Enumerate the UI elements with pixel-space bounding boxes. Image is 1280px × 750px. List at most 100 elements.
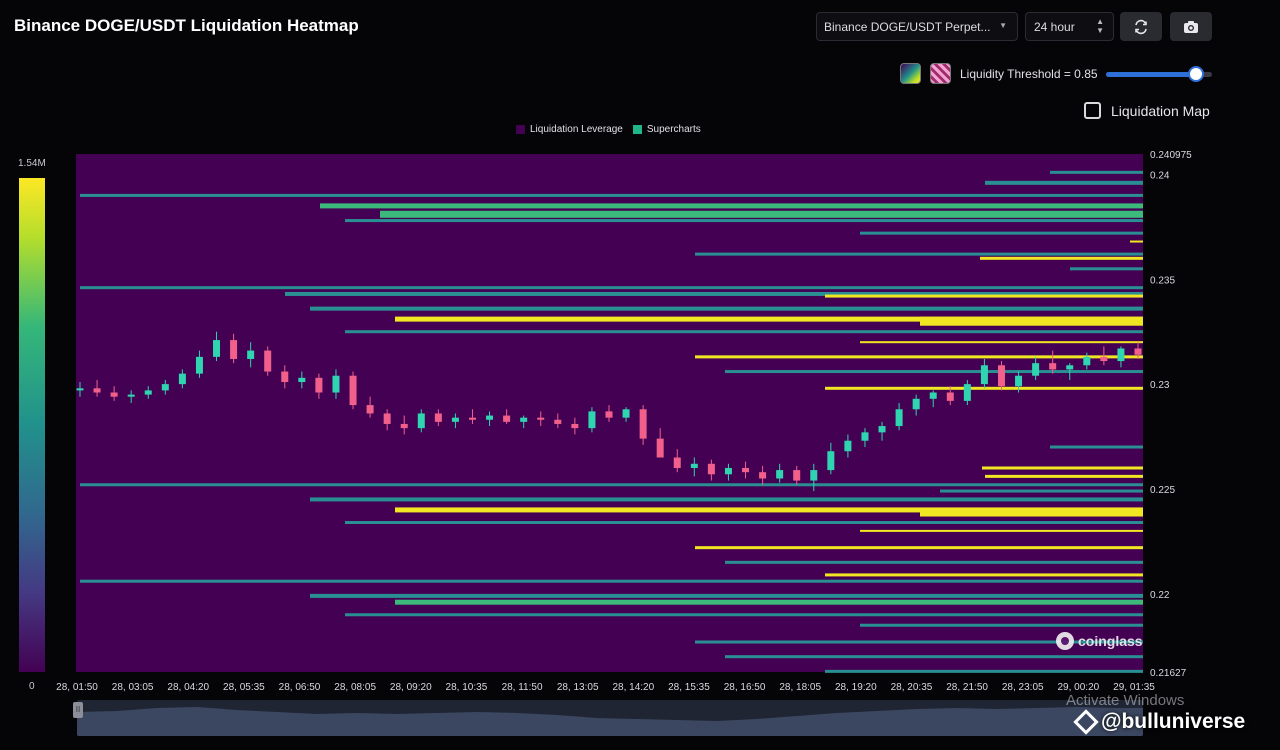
candle-body	[76, 388, 84, 391]
candle-body	[673, 457, 681, 468]
time-range-select[interactable]: 24 hour ▲ ▼	[1025, 12, 1114, 41]
x-tick-label: 28, 03:05	[112, 682, 154, 693]
liquidation-map-checkbox[interactable]	[1084, 102, 1101, 119]
exchange-select[interactable]: Binance DOGE/USDT Perpet... ▼	[816, 12, 1018, 41]
diamond-logo-icon	[1073, 709, 1099, 735]
x-tick-label: 28, 09:20	[390, 682, 432, 693]
candle-body	[759, 472, 767, 479]
x-tick-label: 28, 20:35	[891, 682, 933, 693]
page-title: Binance DOGE/USDT Liquidation Heatmap	[14, 16, 359, 35]
threshold-label: Liquidity Threshold = 0.85	[960, 67, 1098, 81]
liquidity-band	[725, 655, 1143, 659]
x-tick-label: 28, 08:05	[334, 682, 376, 693]
liquidity-band	[982, 466, 1143, 470]
candle-body	[1134, 348, 1142, 355]
liquidity-band	[1070, 267, 1143, 271]
candle-body	[127, 394, 135, 397]
credit-text: @bulluniverse	[1101, 710, 1246, 733]
liquidity-band	[980, 256, 1143, 260]
candle-body	[742, 467, 750, 473]
candle-body	[588, 411, 596, 429]
candle-body	[417, 413, 425, 429]
candle-body	[1083, 356, 1091, 366]
threshold-slider-handle[interactable]	[1188, 66, 1205, 82]
candle-body	[349, 375, 357, 406]
candle-body	[400, 423, 408, 429]
threshold-slider[interactable]	[1106, 66, 1212, 82]
candle-body	[622, 409, 630, 418]
candle-body	[929, 392, 937, 399]
liquidity-band	[345, 330, 1143, 334]
legend-item-supercharts[interactable]: Supercharts	[632, 124, 701, 135]
x-tick-label: 28, 23:05	[1002, 682, 1044, 693]
candle-body	[178, 373, 186, 385]
candle-body	[195, 356, 203, 374]
liquidity-band	[985, 474, 1143, 478]
legend-swatch	[632, 125, 642, 134]
legend-item-liquidation-leverage[interactable]: Liquidation Leverage	[516, 124, 623, 135]
candle-body	[486, 415, 494, 420]
chart-legend: Liquidation Leverage Supercharts	[516, 124, 701, 135]
x-tick-label: 28, 13:05	[557, 682, 599, 693]
credit-watermark: @bulluniverse	[1073, 709, 1246, 735]
x-tick-label: 28, 10:35	[446, 682, 488, 693]
liquidity-band	[860, 623, 1143, 627]
liquidity-band	[310, 306, 1143, 311]
liquidity-band	[80, 286, 1143, 290]
candle-body	[895, 409, 903, 427]
x-tick-label: 28, 06:50	[279, 682, 321, 693]
liquidity-band	[985, 180, 1143, 185]
y-tick-label: 0.22	[1150, 590, 1170, 601]
candle-body	[776, 470, 784, 479]
liquidity-band	[1050, 170, 1143, 174]
screenshot-button[interactable]	[1170, 12, 1212, 41]
candle-body	[707, 463, 715, 475]
color-scheme-pink-button[interactable]	[930, 63, 951, 84]
time-range-value: 24 hour	[1034, 19, 1075, 34]
liquidity-band	[695, 252, 1143, 256]
color-scheme-viridis-button[interactable]	[900, 63, 921, 84]
candle-body	[315, 377, 323, 393]
candle-body	[810, 470, 818, 481]
candle-body	[264, 350, 272, 372]
liquidity-band	[80, 579, 1143, 583]
candle-body	[366, 405, 374, 414]
x-tick-label: 28, 16:50	[724, 682, 766, 693]
liquidity-band	[825, 573, 1143, 577]
refresh-button[interactable]	[1120, 12, 1162, 41]
heatmap-chart[interactable]: 0.240975 0.24 0.235 0.23 0.225 0.22 0.21627 28,…	[0, 145, 1280, 700]
camera-icon	[1184, 20, 1198, 33]
navigator-left-handle[interactable]: II	[73, 702, 83, 718]
liquidity-band	[310, 593, 1143, 598]
x-tick-label: 28, 15:35	[668, 682, 710, 693]
candle-body	[93, 388, 101, 393]
x-tick-label: 28, 19:20	[835, 682, 877, 693]
x-tick-label: 28, 04:20	[167, 682, 209, 693]
candle-body	[468, 417, 476, 420]
x-tick-label: 28, 21:50	[946, 682, 988, 693]
y-tick-label: 0.23	[1150, 380, 1170, 391]
candle-body	[434, 413, 442, 422]
liquidity-band	[380, 210, 1143, 218]
exchange-select-value: Binance DOGE/USDT Perpet...	[824, 19, 991, 34]
y-tick-label: 0.240975	[1150, 150, 1192, 161]
candle-body	[861, 432, 869, 441]
liquidity-band	[825, 669, 1143, 673]
liquidity-band	[1130, 240, 1143, 243]
candle-body	[332, 375, 340, 393]
liquidity-band	[80, 193, 1143, 197]
time-navigator[interactable]	[77, 700, 1143, 736]
liquidity-band	[920, 507, 1143, 517]
candle-body	[230, 340, 238, 359]
candle-body	[1117, 348, 1125, 362]
liquidity-band	[1050, 445, 1143, 449]
liquidation-map-label[interactable]: Liquidation Map	[1111, 103, 1210, 119]
legend-label: Liquidation Leverage	[530, 124, 623, 135]
watermark-text: coinglass	[1078, 633, 1143, 649]
candle-body	[213, 340, 221, 357]
candle-body	[1066, 365, 1074, 370]
legend-swatch	[516, 125, 525, 134]
liquidity-band	[345, 613, 1143, 617]
candle-body	[1100, 356, 1108, 362]
x-tick-label: 28, 18:05	[779, 682, 821, 693]
